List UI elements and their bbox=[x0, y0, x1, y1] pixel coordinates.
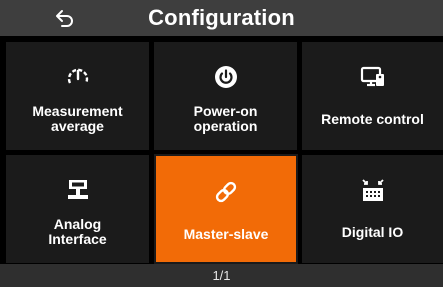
tile-power-on-operation[interactable]: Power-on operation bbox=[154, 42, 297, 150]
tile-analog-interface[interactable]: Analog Interface bbox=[6, 155, 149, 263]
analog-interface-icon bbox=[67, 180, 88, 199]
page-indicator-bar: 1/1 bbox=[0, 264, 443, 287]
digital-io-icon bbox=[361, 179, 384, 201]
tile-digital-io[interactable]: Digital IO bbox=[302, 155, 443, 263]
tile-label: Master-slave bbox=[183, 226, 269, 242]
tile-master-slave[interactable]: Master-slave bbox=[154, 154, 298, 264]
tile-remote-control[interactable]: Remote control bbox=[302, 42, 443, 150]
tile-label: Measurement average bbox=[32, 103, 123, 134]
header-bar: Configuration bbox=[0, 0, 443, 36]
tile-label: Analog Interface bbox=[48, 216, 107, 247]
configuration-screen: Configuration Measurement average Power-… bbox=[0, 0, 443, 287]
tile-label: Power-on operation bbox=[193, 103, 258, 134]
tile-label: Remote control bbox=[321, 111, 424, 127]
menu-grid: Measurement average Power-on operation R… bbox=[0, 36, 443, 264]
tile-measurement-average[interactable]: Measurement average bbox=[6, 42, 149, 150]
tile-label: Digital IO bbox=[341, 224, 404, 240]
back-arrow-icon bbox=[56, 10, 73, 27]
back-button[interactable] bbox=[50, 3, 80, 33]
remote-control-icon bbox=[360, 66, 384, 87]
power-icon bbox=[214, 66, 237, 88]
link-icon bbox=[215, 181, 237, 203]
page-indicator: 1/1 bbox=[212, 268, 231, 283]
gauge-icon bbox=[67, 68, 88, 84]
